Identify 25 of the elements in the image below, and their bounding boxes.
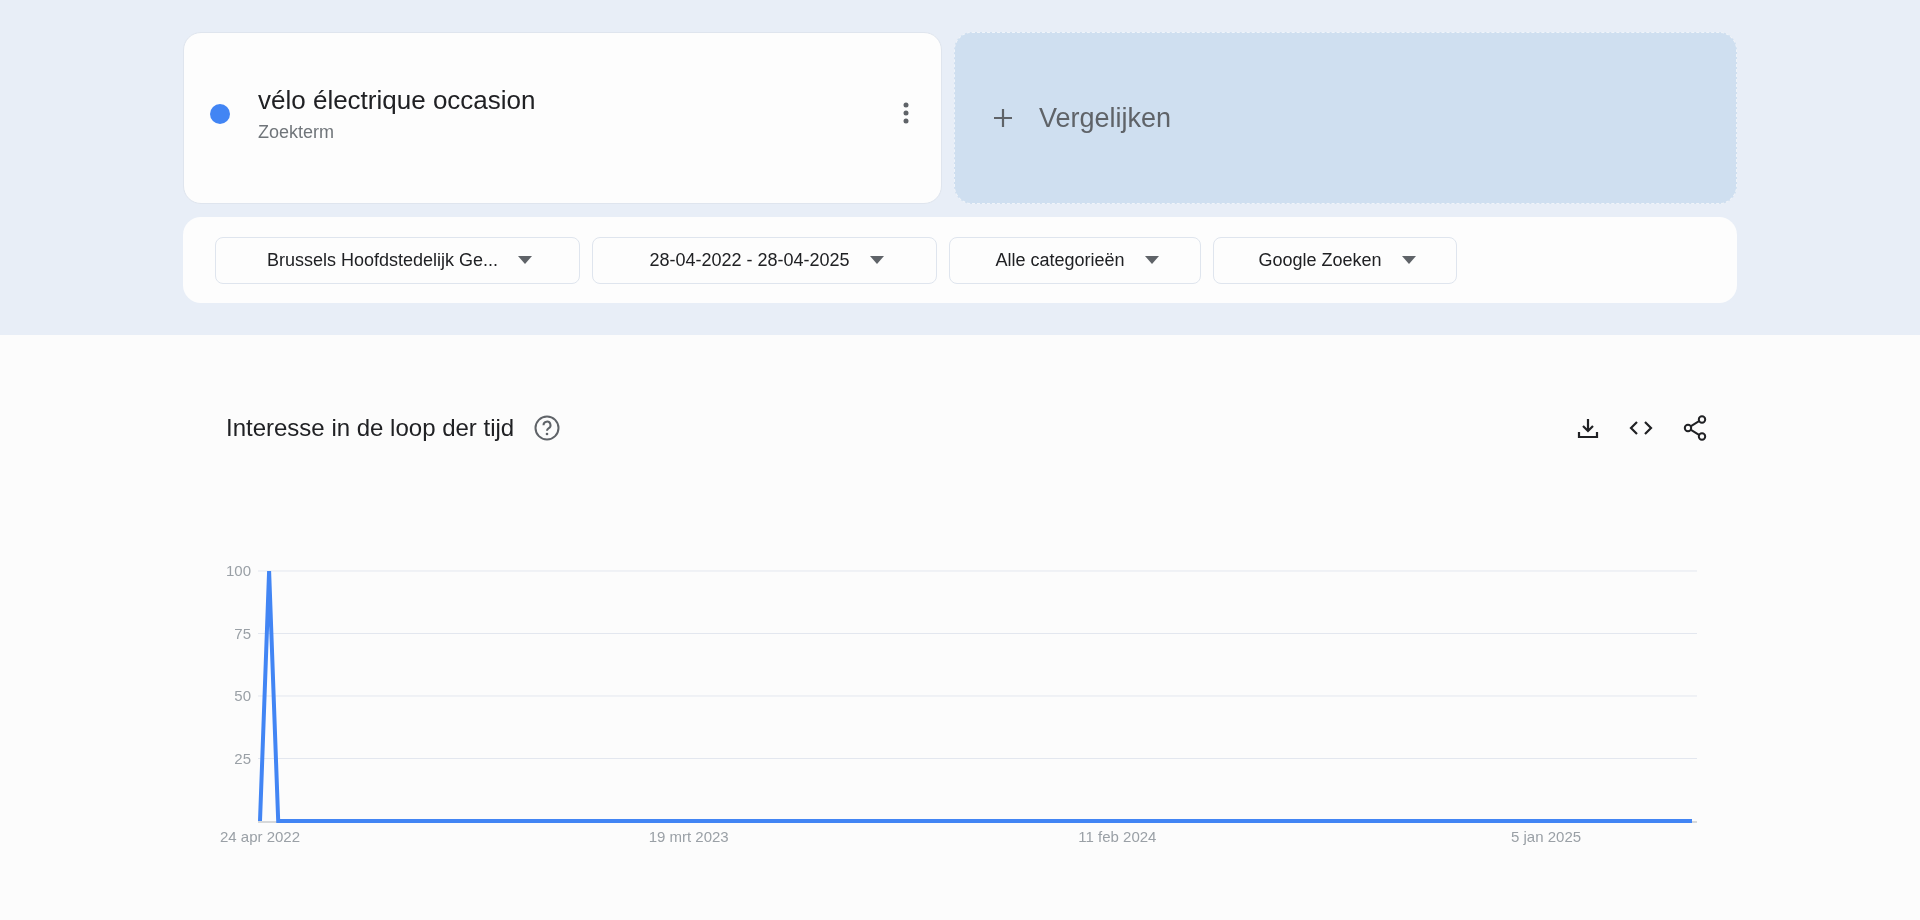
- y-axis-label: 75: [234, 624, 251, 642]
- x-axis-label: 19 mrt 2023: [648, 828, 729, 845]
- search-term-type: Zoekterm: [258, 122, 336, 143]
- filter-dropdown[interactable]: 28-04-2022 - 28-04-2025: [592, 236, 937, 284]
- caret-icon: [518, 256, 533, 264]
- filter-dropdown[interactable]: Brussels Hoofdstedelijk Ge...: [215, 236, 580, 284]
- chart-title: Interesse in de loop der tijd: [226, 414, 515, 442]
- x-axis-label: 24 apr 2022: [219, 828, 301, 845]
- y-axis-label: 25: [234, 749, 251, 767]
- caret-icon: [1144, 256, 1159, 264]
- caret-icon: [1401, 256, 1416, 264]
- plus-icon: [993, 108, 1013, 128]
- compare-button[interactable]: Vergelijken: [954, 32, 1737, 204]
- download-icon[interactable]: [1577, 417, 1599, 439]
- caret-icon: [869, 256, 884, 264]
- x-axis-label: 11 feb 2024: [1078, 828, 1157, 845]
- search-term-label: vélo électrique occasion: [258, 85, 537, 116]
- help-icon[interactable]: [534, 415, 561, 441]
- x-axis-label: 5 jan 2025: [1511, 828, 1582, 845]
- filter-dropdown[interactable]: Google Zoeken: [1213, 236, 1457, 284]
- share-icon[interactable]: [1683, 415, 1707, 441]
- embed-code-icon[interactable]: [1629, 420, 1653, 436]
- y-axis-label: 50: [234, 687, 251, 704]
- y-axis-label: 100: [225, 562, 251, 579]
- filter-dropdown[interactable]: Alle categorieën: [949, 236, 1201, 284]
